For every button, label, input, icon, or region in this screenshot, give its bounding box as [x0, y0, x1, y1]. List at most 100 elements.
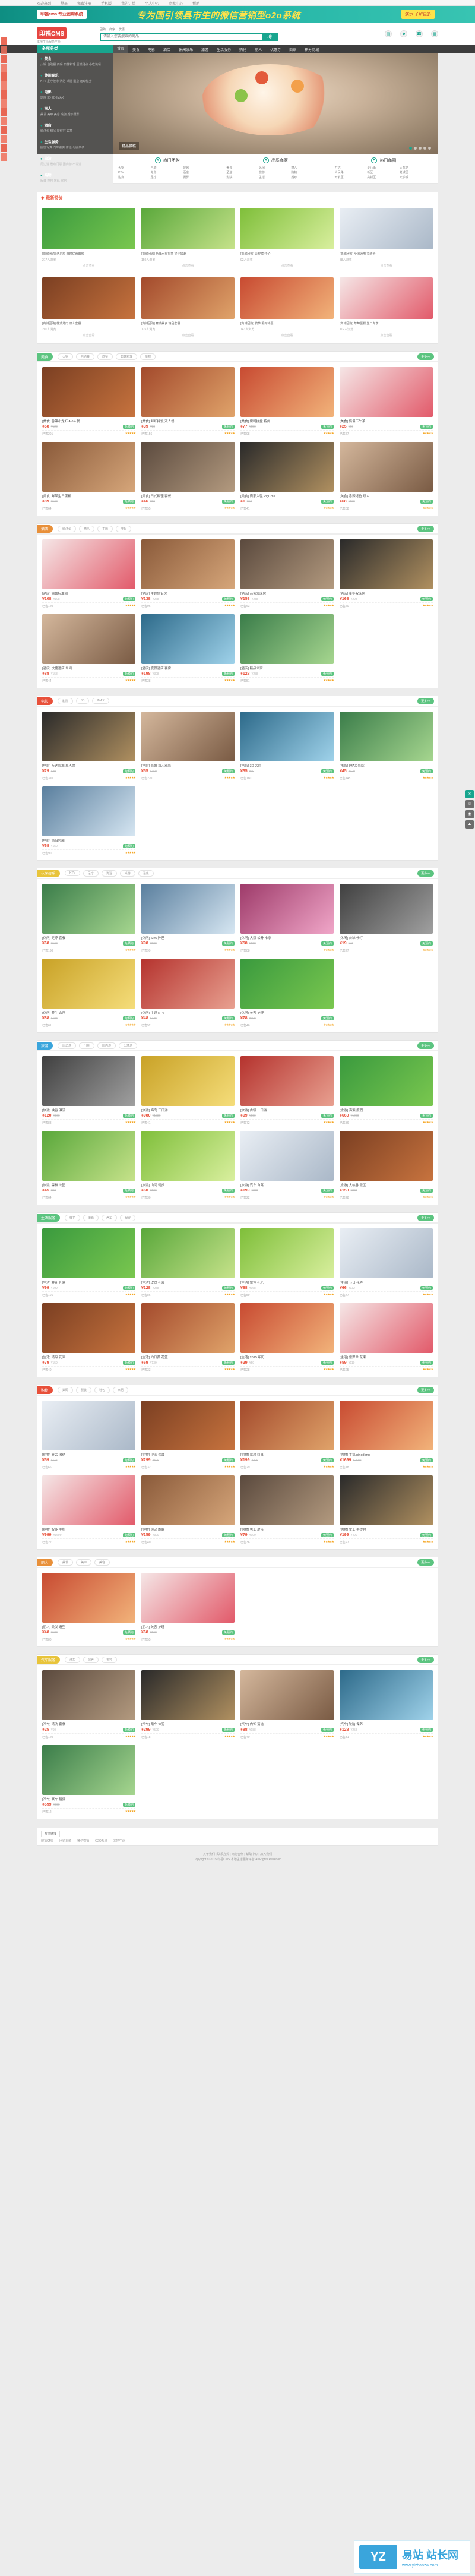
category-subs[interactable]: 影院 3D 2D IMAX — [40, 96, 109, 100]
product-title[interactable]: [购物] 运动 跑鞋 — [141, 1527, 235, 1532]
product-image[interactable] — [240, 614, 334, 664]
product-title[interactable]: [汽车] 内饰 清洁 — [240, 1722, 334, 1727]
section-sub-filter[interactable]: 自助餐 — [76, 353, 95, 360]
category-subs[interactable]: 周边游 景点门票 国内游 出境游 — [40, 162, 109, 167]
footer-link[interactable]: 团购系统 — [59, 1839, 71, 1843]
quick-link[interactable]: 甜点 — [118, 175, 151, 180]
product-card[interactable]: [酒店] 度假酒店 套房 ¥198 ¥398 免预约 已售38 ★★★★★ — [141, 614, 235, 683]
recommend-image[interactable] — [42, 277, 135, 319]
topbar-link[interactable]: 免费注册 — [77, 1, 91, 6]
side-category-icon[interactable] — [1, 117, 7, 125]
product-title[interactable]: [酒店] 度假酒店 套房 — [141, 666, 235, 671]
product-image[interactable] — [42, 1228, 135, 1278]
product-image[interactable] — [240, 1131, 334, 1181]
product-title[interactable]: [酒店] 商务大床房 — [240, 591, 334, 596]
section-tag[interactable]: 丽人 — [37, 1558, 53, 1566]
topbar-link[interactable]: 个人中心 — [145, 1, 159, 6]
product-image[interactable] — [42, 1131, 135, 1181]
section-sub-filter[interactable]: KTV — [65, 870, 80, 876]
quick-link[interactable]: 万达 — [335, 166, 368, 170]
category-title[interactable]: 旅游 — [40, 156, 109, 161]
product-title[interactable]: [美食] 鲜果生日蛋糕 — [42, 494, 135, 498]
category-group[interactable]: 丽人美发 美甲 美容 瑜伽 婚纱摄影 — [40, 106, 109, 117]
product-image[interactable] — [240, 959, 334, 1009]
topbar-link[interactable]: 我的订单 — [121, 1, 135, 6]
product-image[interactable] — [42, 442, 135, 492]
side-category-icon[interactable] — [1, 135, 7, 143]
product-card[interactable]: [休闲] 主题 KTV ¥48 ¥128 免预约 已售52 ★★★★★ — [141, 959, 235, 1028]
category-subs[interactable]: 服装 鞋包 数码 家居 — [40, 179, 109, 184]
quick-link[interactable]: KTV — [118, 170, 151, 175]
product-card[interactable]: [电影] 影城 双人观影 ¥55 ¥160 免预约 已售220 ★★★★★ — [141, 712, 235, 780]
product-image[interactable] — [42, 1475, 135, 1525]
recommend-image[interactable] — [141, 208, 235, 249]
phone-icon[interactable]: ☎ — [416, 30, 423, 37]
product-card[interactable]: [酒店] 豪华双床房 ¥168 ¥298 免预约 已售70 ★★★★★ — [340, 539, 433, 608]
slide-dot[interactable] — [428, 147, 431, 150]
category-group[interactable]: 电影影院 3D 2D IMAX — [40, 89, 109, 100]
product-title[interactable]: [购物] 女士 手提包 — [340, 1527, 433, 1532]
product-card[interactable]: [酒店] 商务大床房 ¥158 ¥288 免预约 已售63 ★★★★★ — [240, 539, 334, 608]
product-card[interactable]: [购物] 卫浴 套装 ¥299 ¥599 免预约 已售32 ★★★★★ — [141, 1401, 235, 1469]
product-card[interactable]: [电影] IMAX 影院 ¥45 ¥120 免预约 已售145 ★★★★★ — [340, 712, 433, 780]
quick-link[interactable]: 生活 — [259, 175, 292, 180]
recommend-caption[interactable]: [商城团购] 披萨 限时特惠 — [240, 321, 334, 326]
product-card[interactable]: [美食] 香辣烤鱼 双人 ¥68 ¥138 免预约 已售88 ★★★★★ — [340, 442, 433, 511]
section-more-button[interactable]: 更多>> — [417, 353, 434, 360]
product-image[interactable] — [42, 786, 135, 836]
product-card[interactable]: [旅游] 海岛 三日游 ¥980 ¥1880 免预约 已售41 ★★★★★ — [141, 1056, 235, 1125]
product-title[interactable]: [汽车] 跑车 体验 — [141, 1722, 235, 1727]
product-card[interactable]: [酒店] 快捷酒店 单间 ¥88 ¥158 免预约 已售44 ★★★★★ — [42, 614, 136, 683]
quick-link[interactable]: 足疗 — [151, 175, 183, 180]
section-sub-filter[interactable]: 经济型 — [58, 525, 77, 532]
product-image[interactable] — [340, 1475, 433, 1525]
section-sub-filter[interactable]: 精品 — [79, 525, 95, 532]
product-title[interactable]: [生活] 向日葵 花篮 — [141, 1355, 235, 1360]
recommend-more-link[interactable]: 点击查看 — [42, 333, 135, 341]
nav-item[interactable]: 优惠券 — [266, 47, 285, 52]
side-category-icon[interactable] — [1, 99, 7, 108]
product-image[interactable] — [340, 442, 433, 492]
product-title[interactable]: [旅游] 山间 徒步 — [141, 1183, 235, 1187]
product-card[interactable]: [购物] 女士 手提包 ¥199 ¥499 免预约 已售27 ★★★★★ — [340, 1475, 433, 1544]
quick-link[interactable]: 购物 — [291, 170, 324, 175]
recommend-image[interactable] — [240, 208, 334, 249]
product-card[interactable]: [美食] 烤鸭拼盘 特价 ¥77 ¥150 免预约 已售98 ★★★★★ — [240, 367, 334, 436]
product-image[interactable] — [141, 367, 235, 417]
quick-link[interactable]: 婚纱 — [291, 175, 324, 180]
recommend-card[interactable]: [商城团购] 意式美食 精品套餐 175人浏览 点击查看 — [141, 277, 235, 341]
footer-link[interactable]: 印福CMS — [41, 1839, 53, 1843]
nav-item[interactable]: 购物 — [235, 47, 251, 52]
product-title[interactable]: [美食] 鲜虾拌饭 双人餐 — [141, 419, 235, 423]
section-sub-filter[interactable]: 蛋糕 — [140, 353, 156, 360]
product-title[interactable]: [旅游] 海滨 度假 — [340, 1108, 433, 1112]
product-card[interactable]: [旅游] 山间 徒步 ¥60 ¥120 免预约 已售30 ★★★★★ — [141, 1131, 235, 1200]
category-title[interactable]: 美食 — [40, 56, 109, 61]
recommend-caption[interactable]: [商城团购] 新鲜水果礼盒 好评如潮 — [141, 252, 235, 257]
product-image[interactable] — [141, 1056, 235, 1106]
product-title[interactable]: [旅游] 峡谷 漂流 — [42, 1108, 135, 1112]
section-sub-filter[interactable]: 温泉 — [138, 870, 154, 877]
product-title[interactable]: [美食] 日式料理 套餐 — [141, 494, 235, 498]
side-category-icon[interactable] — [1, 55, 7, 63]
all-categories-button[interactable]: 全部分类 — [37, 45, 113, 53]
product-card[interactable]: [购物] 运动 跑鞋 ¥159 ¥399 免预约 已售40 ★★★★★ — [141, 1475, 235, 1544]
product-title[interactable]: [电影] IMAX 影院 — [340, 763, 433, 768]
category-title[interactable]: 休闲娱乐 — [40, 72, 109, 78]
product-title[interactable]: [丽人] 美发 造型 — [42, 1624, 135, 1629]
quick-link[interactable]: 休闲 — [259, 166, 292, 170]
product-image[interactable] — [141, 442, 235, 492]
product-image[interactable] — [240, 367, 334, 417]
quick-link[interactable]: 酒店 — [183, 170, 216, 175]
recommend-caption[interactable]: [商城团购] 韩式烤肉 双人套餐 — [42, 321, 135, 326]
quick-link[interactable]: 丽人 — [291, 166, 324, 170]
topbar-link[interactable]: 商家中心 — [169, 1, 183, 6]
search-tab[interactable]: 团购 — [100, 27, 106, 31]
product-card[interactable]: [生活] 紫色 花艺 ¥88 ¥168 免预约 已售59 ★★★★★ — [240, 1228, 334, 1297]
product-title[interactable]: [生活] 紫色 花艺 — [240, 1280, 334, 1285]
product-title[interactable]: [生活] 鲜花 礼盒 — [42, 1280, 135, 1285]
product-card[interactable]: [美食] 鲜果生日蛋糕 ¥89 ¥168 免预约 已售64 ★★★★★ — [42, 442, 136, 511]
product-card[interactable]: [酒店] 温馨标准间 ¥108 ¥198 免预约 已售120 ★★★★★ — [42, 539, 136, 608]
product-image[interactable] — [240, 1475, 334, 1525]
slide-dot[interactable] — [414, 147, 417, 150]
